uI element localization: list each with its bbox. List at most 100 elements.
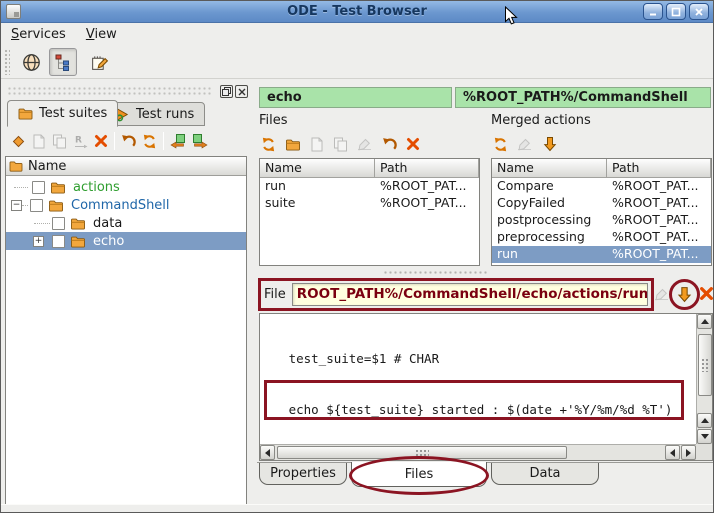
maximize-button[interactable] [666,3,686,20]
status-bar [1,504,713,512]
merged-actions-table: Name Path Compare%ROOT_PAT... CopyFailed… [491,158,712,266]
files-col-path[interactable]: Path [375,159,479,178]
checkbox[interactable] [52,217,65,230]
copy-icon[interactable] [52,134,67,149]
refresh-icon[interactable] [261,137,276,152]
checkbox[interactable] [52,235,65,248]
merged-col-name[interactable]: Name [492,159,607,178]
close-button[interactable] [689,3,709,20]
scroll-left-button-2[interactable] [665,445,680,460]
database-icon [22,53,41,72]
files-table: Name Path run%ROOT_PAT... suite%ROOT_PAT… [259,158,480,266]
checkbox[interactable] [32,181,45,194]
scrollbar-corner [696,444,712,460]
merged-col-path[interactable]: Path [607,159,711,178]
tree-row-data[interactable]: data [6,214,246,232]
table-row[interactable]: run%ROOT_PAT... [260,178,479,195]
suite-name: echo [259,87,452,108]
tree-row-actions[interactable]: actions [6,178,246,196]
menu-view[interactable]: View [82,25,127,44]
test-suite-tree: Name actions − CommandShell data [5,156,247,505]
dock-close-button[interactable] [235,85,248,98]
merged-actions-toolbar [493,132,558,156]
dock-drag-handle[interactable] [7,86,213,97]
script-viewer: test_suite=$1 # CHAR echo ${test_suite} … [259,313,713,461]
tree-view-icon [54,53,72,71]
notebook-pencil-icon [90,53,109,72]
scroll-up-button-2[interactable] [697,413,712,428]
arrow-down-icon[interactable] [676,286,693,303]
scroll-down-button[interactable] [697,429,712,444]
export-icon[interactable] [192,133,208,149]
folder-icon [9,160,23,172]
tree-row-commandshell[interactable]: − CommandShell [6,196,246,214]
tab-properties[interactable]: Properties [259,463,347,485]
horizontal-scrollbar[interactable] [260,444,696,460]
scroll-left-button[interactable] [260,445,275,460]
splitter-handle[interactable] [383,270,487,276]
edit-icon[interactable] [517,137,533,151]
table-row-selected[interactable]: run%ROOT_PAT... [492,246,711,263]
new-file-icon[interactable] [310,137,324,152]
folder-icon [48,199,64,212]
table-row[interactable]: preprocessing%ROOT_PAT... [492,229,711,246]
copy-icon[interactable] [333,137,348,152]
table-row[interactable]: Compare%ROOT_PAT... [492,178,711,195]
file-field-annotation-box: File ROOT_PATH%/CommandShell/echo/action… [258,278,654,311]
collapse-expander[interactable]: − [11,200,22,211]
files-section-label: Files [259,113,288,128]
notebook-edit-button[interactable] [85,48,113,76]
undo-icon[interactable] [121,134,136,149]
vertical-scrollbar[interactable] [696,314,712,444]
vertical-scroll-thumb[interactable] [698,334,712,396]
dock-float-button[interactable] [220,85,233,98]
table-row[interactable]: suite%ROOT_PAT... [260,195,479,212]
tab-data[interactable]: Data [491,463,599,485]
refresh-icon[interactable] [493,137,508,152]
toolbar-drag-handle[interactable] [4,49,10,75]
files-col-name[interactable]: Name [260,159,375,178]
edit-icon[interactable] [357,137,373,151]
delete-icon[interactable] [94,134,108,148]
delete-icon[interactable] [699,286,714,301]
tree-row-echo[interactable]: + echo [6,232,246,250]
folder-icon [70,235,86,248]
toolbar-separator [114,132,115,150]
file-path-input[interactable]: ROOT_PATH%/CommandShell/echo/actions/run [292,283,648,306]
scroll-right-button[interactable] [681,445,696,460]
undo-icon[interactable] [382,137,397,152]
app-window: ODE - Test Browser Services View Test [0,0,714,513]
tree-view-button[interactable] [49,48,77,76]
table-row[interactable]: postprocessing%ROOT_PAT... [492,212,711,229]
horizontal-scroll-thumb[interactable] [277,446,567,459]
tree-column-header[interactable]: Name [6,157,246,176]
scroll-up-button[interactable] [697,314,712,329]
files-toolbar [261,132,420,156]
rename-icon[interactable]: R [73,134,88,149]
folder-icon [50,181,66,194]
arrow-annotation-circle [669,279,700,310]
tab-test-runs[interactable]: Test runs [104,102,205,126]
new-file-icon[interactable] [32,134,46,149]
table-row[interactable]: CopyFailed%ROOT_PAT... [492,195,711,212]
folder-icon [70,217,86,230]
delete-icon[interactable] [406,137,420,151]
arrow-down-icon[interactable] [542,136,558,152]
script-text[interactable]: test_suite=$1 # CHAR echo ${test_suite} … [261,316,695,443]
checkbox[interactable] [30,199,43,212]
menu-services[interactable]: Services [7,25,76,44]
clear-icon[interactable] [11,134,26,149]
minimize-button[interactable] [643,3,663,20]
window-title: ODE - Test Browser [1,4,713,19]
main-toolbar [1,45,713,79]
file-field-label: File [264,287,286,302]
database-view-button[interactable] [17,48,45,76]
tab-test-suites[interactable]: Test suites [7,100,118,127]
edit-icon[interactable] [654,287,670,301]
expand-expander[interactable]: + [33,236,44,247]
tab-files[interactable]: Files [351,462,487,487]
import-icon[interactable] [170,133,186,149]
refresh-icon[interactable] [142,134,157,149]
title-bar[interactable]: ODE - Test Browser [1,1,713,23]
open-folder-icon[interactable] [285,138,301,151]
